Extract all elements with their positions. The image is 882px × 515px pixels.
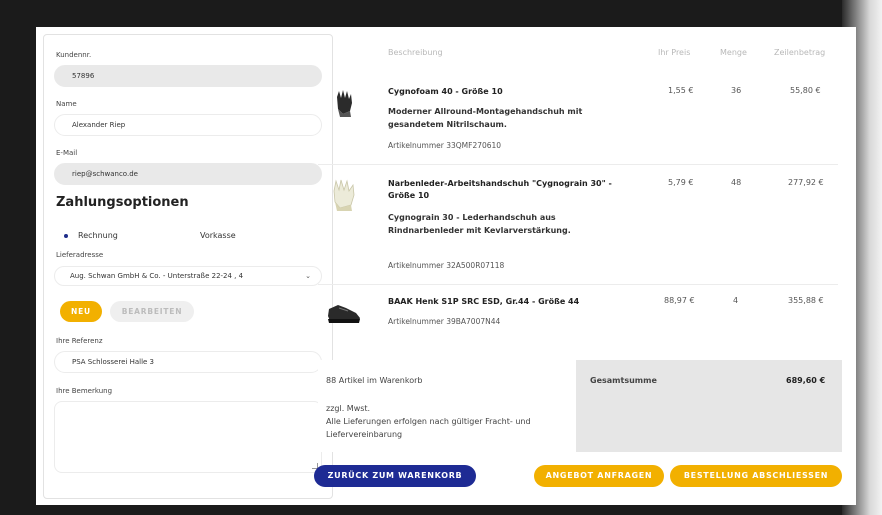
customer-no-field: 57896 (54, 65, 322, 87)
product-qty: 48 (731, 178, 742, 187)
product-price: 1,55 € (668, 86, 694, 95)
column-header-description: Beschreibung (388, 48, 443, 57)
chevron-down-icon: ⌄ (305, 272, 311, 280)
complete-order-button[interactable]: BESTELLUNG ABSCHLIESSEN (670, 465, 842, 487)
safety-shoe-icon (328, 305, 360, 323)
name-label: Name (56, 100, 77, 108)
row-divider (318, 284, 838, 285)
product-price: 88,97 € (664, 296, 695, 305)
product-price: 5,79 € (668, 178, 694, 187)
product-article-number: Artikelnummer 32A500R07118 (388, 261, 505, 270)
product-title[interactable]: Cygnofoam 40 - Größe 10 (388, 86, 633, 98)
product-line-total: 55,80 € (790, 86, 821, 95)
column-header-qty: Menge (720, 48, 747, 57)
row-divider (318, 164, 838, 165)
delivery-address-label: Lieferadresse (56, 251, 104, 259)
total-value: 689,60 € (786, 376, 826, 385)
product-line-total: 277,92 € (788, 178, 824, 187)
product-description: Moderner Allround-Montagehandschuh mit g… (388, 107, 583, 129)
payment-option-label: Rechnung (78, 231, 118, 240)
reference-field[interactable]: PSA Schlosserei Halle 3 (54, 351, 322, 373)
vat-note: zzgl. Mwst. (326, 404, 371, 413)
black-glove-icon (337, 90, 352, 117)
product-qty: 36 (731, 86, 742, 95)
product-title[interactable]: Narbenleder-Arbeitshandschuh "Cygnograin… (388, 178, 633, 202)
customer-form-panel: Kundennr. 57896 Name Alexander Riep E-Ma… (43, 34, 333, 499)
remark-label: Ihre Bemerkung (56, 387, 113, 395)
payment-options-title: Zahlungsoptionen (56, 195, 189, 210)
product-article-number: Artikelnummer 39BA7007N44 (388, 317, 501, 326)
email-label: E-Mail (56, 149, 78, 157)
back-to-cart-button[interactable]: ZURÜCK ZUM WARENKORB (314, 465, 476, 487)
product-qty: 4 (733, 296, 739, 305)
column-header-price: Ihr Preis (658, 48, 691, 57)
cart-item-count: 88 Artikel im Warenkorb (326, 376, 423, 385)
cart-total-box: Gesamtsumme 689,60 € (576, 360, 842, 452)
remark-textarea[interactable] (54, 401, 322, 473)
cart-summary-notes: 88 Artikel im Warenkorb zzgl. Mwst. Alle… (318, 360, 576, 452)
edit-address-button[interactable]: BEARBEITEN (110, 301, 194, 322)
delivery-address-value: Aug. Schwan GmbH & Co. - Unterstraße 22-… (70, 272, 244, 280)
email-field: riep@schwanco.de (54, 163, 322, 185)
leather-glove-icon (333, 179, 355, 211)
product-title[interactable]: BAAK Henk S1P SRC ESD, Gr.44 - Größe 44 (388, 296, 633, 308)
new-address-button[interactable]: NEU (60, 301, 102, 322)
radio-selected-icon (64, 233, 68, 238)
delivery-address-select[interactable]: Aug. Schwan GmbH & Co. - Unterstraße 22-… (54, 266, 322, 286)
payment-option-label: Vorkasse (200, 231, 236, 240)
delivery-terms-note: Alle Lieferungen erfolgen nach gültiger … (326, 417, 531, 439)
product-line-total: 355,88 € (788, 296, 824, 305)
checkout-screen: Kundennr. 57896 Name Alexander Riep E-Ma… (36, 27, 856, 505)
name-field[interactable]: Alexander Riep (54, 114, 322, 136)
payment-option-vorkasse[interactable]: Vorkasse (200, 231, 236, 240)
reference-label: Ihre Referenz (56, 337, 103, 345)
total-label: Gesamtsumme (590, 376, 657, 385)
product-article-number: Artikelnummer 33QMF270610 (388, 141, 502, 150)
customer-no-label: Kundennr. (56, 51, 92, 59)
payment-option-rechnung[interactable]: Rechnung (64, 231, 118, 240)
request-quote-button[interactable]: ANGEBOT ANFRAGEN (534, 465, 664, 487)
product-description: Cygnograin 30 - Lederhandschuh aus Rindn… (388, 213, 571, 235)
column-header-total: Zeilenbetrag (774, 48, 826, 57)
